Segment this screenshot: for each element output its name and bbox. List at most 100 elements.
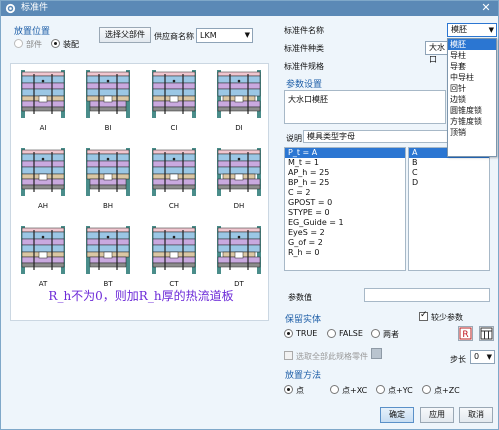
dropdown-option[interactable]: 圆锥度锁 (448, 105, 496, 116)
param-item[interactable]: EyeS = 2 (285, 228, 405, 238)
radio-part-label: 部件 (26, 40, 42, 49)
mold-option[interactable] (19, 68, 67, 122)
mold-caption: AH (37, 202, 49, 210)
mold-option[interactable] (150, 146, 198, 200)
mold-caption: CI (170, 124, 178, 132)
supplier-value: LKM (200, 31, 217, 40)
radio-both-label: 两者 (383, 330, 399, 339)
step-label: 步长 (450, 355, 466, 364)
mold-caption: DH (233, 202, 245, 210)
dropdown-option[interactable]: 导柱 (448, 50, 496, 61)
step-select[interactable]: 0 ▼ (470, 350, 495, 364)
radio-both[interactable] (371, 329, 380, 338)
mold-type-panel: AI BI CI DI AH BH CH DH AT BT CT DT (10, 63, 269, 321)
dropdown-option[interactable]: 方锥度锁 (448, 116, 496, 127)
radio-point-xc[interactable] (330, 385, 339, 394)
select-all-icon[interactable] (371, 348, 382, 359)
select-all-label: 选取全部此规格零件 (296, 352, 368, 361)
mold-caption: BI (104, 124, 112, 132)
mold-option[interactable] (19, 146, 67, 200)
param-item[interactable]: G_of = 2 (285, 238, 405, 248)
param-item[interactable]: GPOST = 0 (285, 198, 405, 208)
radio-point-xc-label: 点+XC (342, 386, 368, 395)
apply-button[interactable]: 应用 (420, 407, 454, 423)
supplier-select[interactable]: LKM ▼ (196, 28, 253, 43)
mold-caption: AI (39, 124, 47, 132)
hint-text: R_h不为0，则加R_h厚的热流道板 (48, 289, 234, 303)
name-label: 标准件名称 (284, 26, 324, 35)
radio-point-yc[interactable] (376, 385, 385, 394)
keep-solid-heading: 保留实体 (285, 315, 322, 325)
standard-parts-dialog: 标准件 ✕ 放置位置 部件 装配 选择父部件 供应商名称 LKM ▼ AI BI C… (0, 0, 499, 430)
cancel-button[interactable]: 取消 (459, 407, 493, 423)
dropdown-option[interactable]: 顶销 (448, 127, 496, 138)
param-value-input[interactable] (364, 288, 490, 302)
mold-option[interactable] (215, 224, 263, 278)
step-value: 0 (474, 352, 480, 361)
param-item[interactable]: AP_h = 25 (285, 168, 405, 178)
param-value-label: 参数值 (288, 293, 312, 302)
type-label: 标准件种类 (284, 44, 324, 53)
standard-type-select[interactable]: 大水口 (425, 41, 449, 64)
mold-option[interactable] (84, 224, 132, 278)
param-item[interactable]: BP_h = 25 (285, 178, 405, 188)
radio-point[interactable] (284, 385, 293, 394)
chevron-down-icon: ▼ (488, 26, 494, 34)
mold-option[interactable] (215, 146, 263, 200)
method-heading: 放置方法 (285, 371, 322, 381)
select-all-checkbox[interactable] (284, 351, 293, 360)
radio-true-label: TRUE (296, 329, 318, 338)
chevron-down-icon: ▼ (486, 353, 492, 361)
mold-option[interactable] (215, 68, 263, 122)
explain-field: 模具类型字母 (303, 130, 450, 143)
mold-option[interactable] (84, 146, 132, 200)
param-item[interactable]: STYPE = 0 (285, 208, 405, 218)
mold-option[interactable] (84, 68, 132, 122)
radio-point-zc-label: 点+ZC (434, 386, 460, 395)
radio-part[interactable] (14, 39, 23, 48)
dropdown-option[interactable]: 模胚 (448, 39, 496, 50)
param-values-list[interactable]: ABCD (408, 147, 490, 271)
chevron-down-icon: ▼ (244, 31, 250, 39)
params-heading: 参数设置 (286, 80, 323, 90)
select-parent-button[interactable]: 选择父部件 (99, 27, 151, 43)
standard-name-dropdown[interactable]: 模胚 导柱 导套 中导柱 回针 边锁 圆锥度锁 方锥度锁 顶销 (447, 38, 497, 157)
ok-button[interactable]: 确定 (380, 407, 414, 423)
reset-icon[interactable]: R (458, 326, 473, 341)
param-value-item[interactable]: B (409, 158, 489, 168)
supplier-label: 供应商名称 (154, 32, 194, 41)
fewer-params-label: 较少参数 (431, 313, 463, 322)
radio-false[interactable] (327, 329, 336, 338)
params-description-text: 大水口模胚 (288, 95, 328, 104)
standard-name-select[interactable]: 模胚 ▼ (447, 23, 497, 37)
dropdown-option[interactable]: 回针 (448, 83, 496, 94)
mold-option[interactable] (150, 224, 198, 278)
param-item[interactable]: M_t = 1 (285, 158, 405, 168)
svg-text:R: R (462, 330, 468, 340)
mold-caption: BH (102, 202, 114, 210)
close-icon[interactable]: ✕ (480, 2, 492, 14)
radio-point-zc[interactable] (422, 385, 431, 394)
spec-label: 标准件规格 (284, 62, 324, 71)
param-item[interactable]: P_t = A (285, 148, 405, 158)
fewer-params-checkbox[interactable] (419, 310, 428, 321)
table-icon[interactable] (479, 326, 494, 341)
radio-true[interactable] (284, 329, 293, 338)
radio-false-label: FALSE (339, 329, 363, 338)
dropdown-option[interactable]: 导套 (448, 61, 496, 72)
dropdown-option[interactable]: 中导柱 (448, 72, 496, 83)
params-list[interactable]: P_t = A M_t = 1 AP_h = 25 BP_h = 25 C = 2 GPO… (284, 147, 406, 271)
radio-assembly-label: 装配 (63, 40, 79, 49)
mold-option[interactable] (19, 224, 67, 278)
params-description: 大水口模胚 (284, 90, 446, 124)
mold-option[interactable] (150, 68, 198, 122)
radio-assembly[interactable] (51, 39, 60, 48)
gear-icon (5, 3, 16, 14)
param-value-item[interactable]: C (409, 168, 489, 178)
param-item[interactable]: EG_Guide = 1 (285, 218, 405, 228)
dropdown-option[interactable]: 边锁 (448, 94, 496, 105)
param-value-item[interactable]: D (409, 178, 489, 188)
param-item[interactable]: R_h = 0 (285, 248, 405, 258)
explain-value: 模具类型字母 (307, 132, 355, 141)
param-item[interactable]: C = 2 (285, 188, 405, 198)
